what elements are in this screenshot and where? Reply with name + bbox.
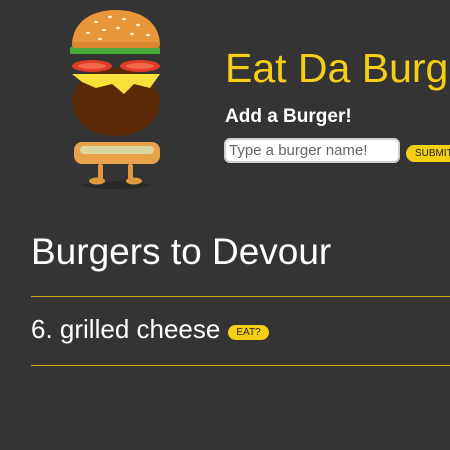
burger-item-label: 6. grilled cheese [31,314,221,344]
add-burger-label: Add a Burger! [225,106,352,127]
eat-button[interactable]: EAT? [228,325,269,340]
divider [31,296,450,297]
page: Eat Da Burger! Add a Burger! SUBMIT Burg… [0,0,450,450]
app-title: Eat Da Burger! [225,45,450,91]
burger-mascot-icon [70,10,160,189]
submit-button[interactable]: SUBMIT [406,145,450,162]
burger-list-item: 6. grilled cheese EAT? [31,314,269,345]
divider [31,365,450,366]
burger-name-input[interactable] [224,138,400,163]
devour-section-title: Burgers to Devour [31,231,332,272]
